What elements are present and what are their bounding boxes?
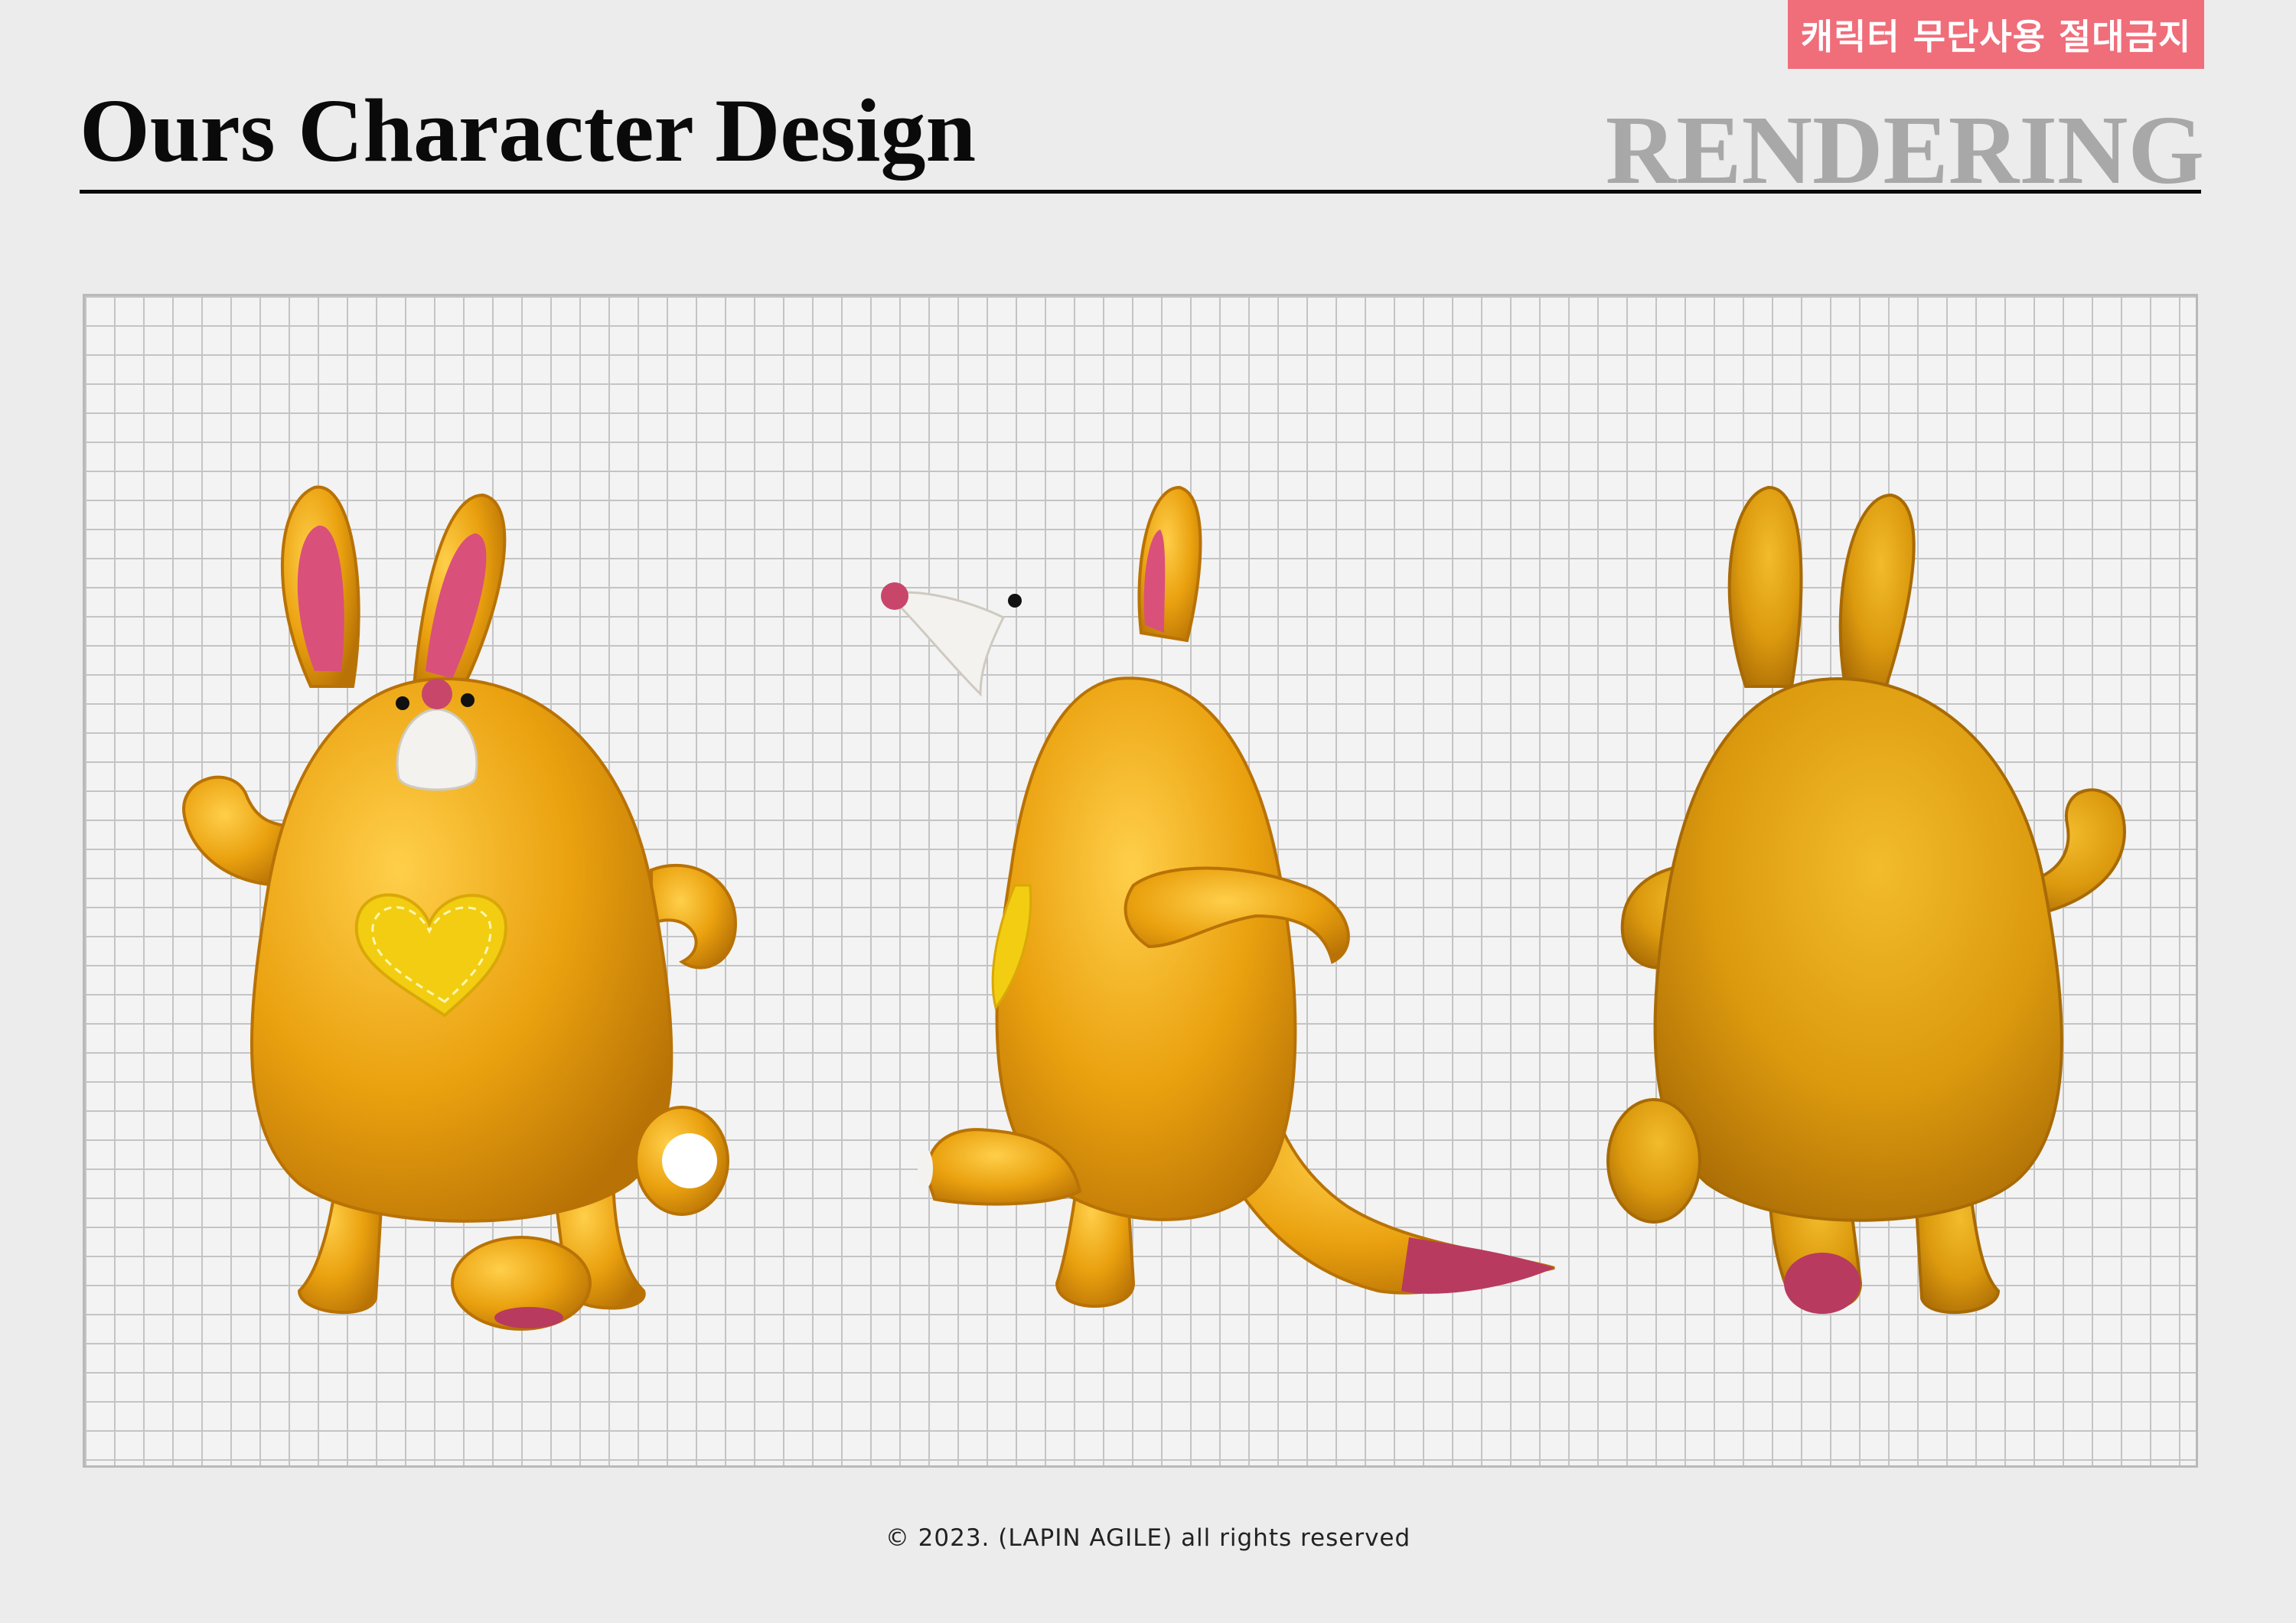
side-view-render <box>873 396 1562 1344</box>
copyright-notice: © 2023. (LAPIN AGILE) all rights reserve… <box>885 1524 1411 1552</box>
title-underline <box>80 190 2201 194</box>
back-view-render <box>1539 396 2196 1344</box>
no-unauthorized-use-badge: 캐릭터 무단사용 절대금지 <box>1788 0 2204 69</box>
section-label: RENDERING <box>1605 96 2204 204</box>
front-view-render <box>123 396 812 1344</box>
page-title: Ours Character Design <box>80 80 977 181</box>
render-grid-panel <box>83 294 2198 1468</box>
